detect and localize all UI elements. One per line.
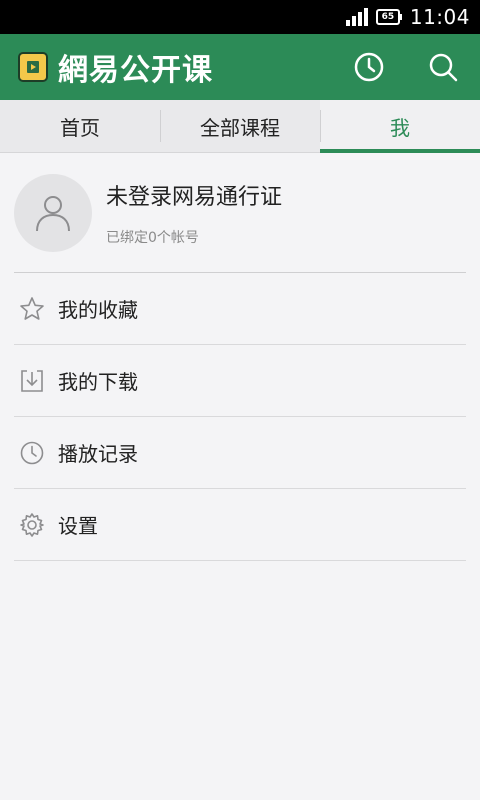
app-screen: 65 11:04 網易公开课 首页 全部课程 我 未登录网易通行证 已绑定0个帐… — [0, 0, 480, 800]
menu-label: 我的下载 — [58, 370, 138, 394]
history-clock-icon — [18, 439, 46, 467]
menu-list: 我的收藏 我的下载 播放记录 设置 — [14, 273, 466, 561]
tab-all-courses[interactable]: 全部课程 — [160, 100, 320, 152]
clock-icon — [354, 52, 384, 82]
battery-icon: 65 — [375, 9, 402, 25]
app-bar: 網易公开课 — [0, 34, 480, 100]
menu-label: 播放记录 — [58, 442, 138, 466]
login-profile[interactable]: 未登录网易通行证 已绑定0个帐号 — [0, 153, 480, 273]
search-button[interactable] — [406, 34, 480, 100]
history-button[interactable] — [332, 34, 406, 100]
profile-text: 未登录网易通行证 已绑定0个帐号 — [106, 179, 282, 247]
star-icon — [18, 295, 46, 323]
menu-label: 我的收藏 — [58, 298, 138, 322]
tab-label: 首页 — [60, 115, 100, 140]
gear-icon — [18, 511, 46, 539]
tab-bar: 首页 全部课程 我 — [0, 100, 480, 153]
menu-item-settings[interactable]: 设置 — [14, 489, 466, 561]
menu-item-history[interactable]: 播放记录 — [14, 417, 466, 489]
tab-label: 我 — [390, 115, 410, 140]
tab-label: 全部课程 — [200, 115, 280, 140]
status-time: 11:04 — [409, 5, 470, 29]
tab-home[interactable]: 首页 — [0, 100, 160, 152]
search-icon — [429, 53, 458, 82]
avatar — [14, 174, 92, 252]
status-bar: 65 11:04 — [0, 0, 480, 34]
menu-label: 设置 — [58, 514, 98, 538]
menu-item-favorites[interactable]: 我的收藏 — [14, 273, 466, 345]
app-title: 網易公开课 — [58, 53, 213, 88]
menu-item-downloads[interactable]: 我的下载 — [14, 345, 466, 417]
signal-strength-icon — [345, 8, 368, 26]
tab-me[interactable]: 我 — [320, 100, 480, 153]
download-icon — [18, 367, 46, 395]
user-icon — [36, 196, 70, 232]
app-bar-actions — [332, 34, 480, 100]
bound-accounts-count: 已绑定0个帐号 — [106, 230, 199, 246]
app-logo-icon — [18, 52, 48, 82]
battery-level: 65 — [375, 9, 400, 25]
profile-name: 未登录网易通行证 — [106, 185, 283, 210]
